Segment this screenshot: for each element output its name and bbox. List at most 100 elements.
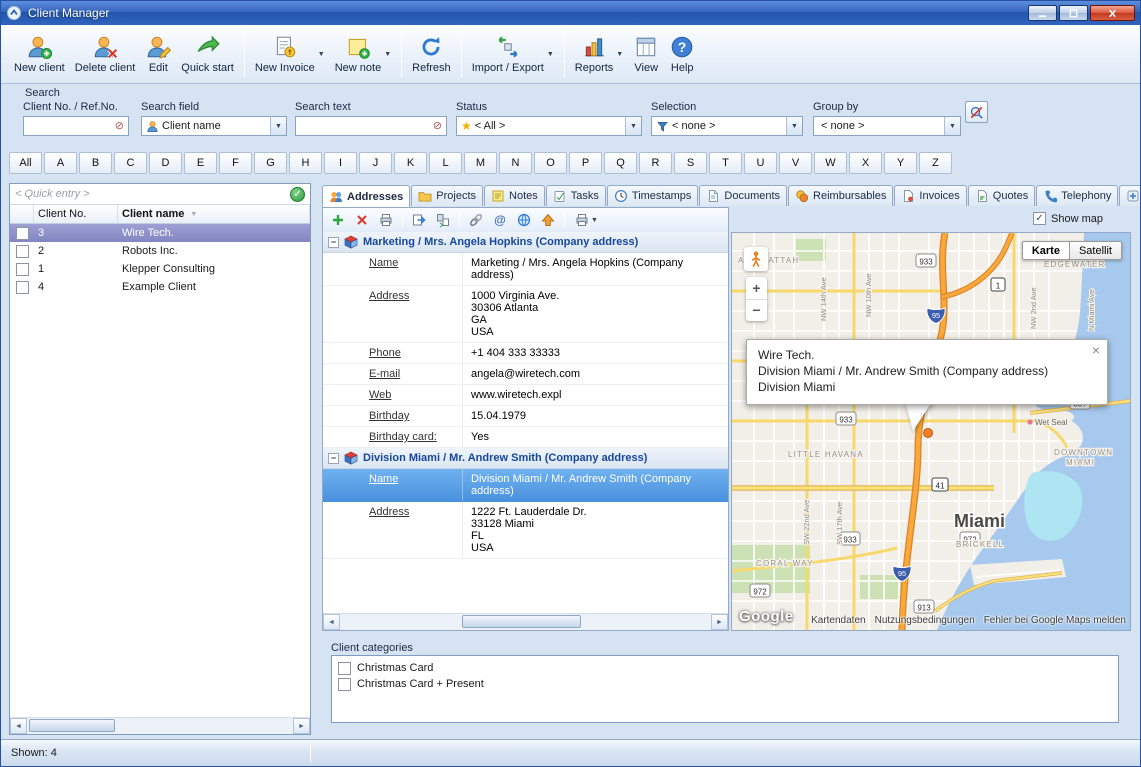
search-field-select[interactable]: Client name ▼ xyxy=(141,116,287,136)
tab-reimbursables[interactable]: Reimbursables xyxy=(788,185,893,206)
attribution-terms-link[interactable]: Nutzungsbedingungen xyxy=(875,615,975,626)
reports-button[interactable]: Reports▼ xyxy=(570,27,628,81)
client-list-hscrollbar[interactable]: ◄ ► xyxy=(10,717,310,734)
address-field-row[interactable]: NameMarketing / Mrs. Angela Hopkins (Com… xyxy=(323,253,728,286)
scroll-left-icon[interactable]: ◄ xyxy=(10,718,27,734)
collapse-icon[interactable]: − xyxy=(328,453,339,464)
address-field-row[interactable]: Birthday card:Yes xyxy=(323,427,728,448)
alpha-a[interactable]: A xyxy=(44,152,77,174)
transfer-address-button[interactable] xyxy=(432,210,454,230)
row-checkbox[interactable] xyxy=(16,263,29,276)
tab-telephony[interactable]: Telephony xyxy=(1036,185,1118,206)
titlebar[interactable]: Client Manager xyxy=(1,1,1140,25)
scroll-left-icon[interactable]: ◄ xyxy=(323,614,340,630)
alpha-q[interactable]: Q xyxy=(604,152,637,174)
group-by-select[interactable]: < none > ▼ xyxy=(813,116,961,136)
alpha-f[interactable]: F xyxy=(219,152,252,174)
alpha-u[interactable]: U xyxy=(744,152,777,174)
tab-projects[interactable]: Projects xyxy=(411,185,483,206)
show-map-checkbox[interactable]: ✓ xyxy=(1033,212,1046,225)
alpha-r[interactable]: R xyxy=(639,152,672,174)
refresh-button[interactable]: Refresh xyxy=(407,27,456,81)
new-note-button[interactable]: New note▼ xyxy=(330,27,396,81)
header-client-no[interactable]: Client No. xyxy=(34,205,118,223)
address-field-row[interactable]: E-mailangela@wiretech.com xyxy=(323,364,728,385)
alpha-h[interactable]: H xyxy=(289,152,322,174)
address-section-header[interactable]: − Division Miami / Mr. Andrew Smith (Com… xyxy=(323,448,728,469)
clear-filter-button[interactable] xyxy=(965,101,988,123)
chevron-down-icon[interactable]: ▼ xyxy=(547,51,554,58)
alpha-all[interactable]: All xyxy=(9,152,42,174)
chevron-down-icon[interactable]: ▼ xyxy=(786,117,802,135)
tab-documents[interactable]: Documents xyxy=(699,185,787,206)
address-field-row[interactable]: Phone+1 404 333 33333 xyxy=(323,343,728,364)
client-no-input[interactable]: ⊘ xyxy=(23,116,129,136)
tab-tasks[interactable]: Tasks xyxy=(546,185,606,206)
delete-client-button[interactable]: Delete client xyxy=(70,27,141,81)
alpha-v[interactable]: V xyxy=(779,152,812,174)
category-item[interactable]: Christmas Card + Present xyxy=(338,676,1112,692)
alpha-x[interactable]: X xyxy=(849,152,882,174)
address-field-row[interactable]: Birthday15.04.1979 xyxy=(323,406,728,427)
quick-entry-input[interactable]: < Quick entry > ✓ xyxy=(10,184,310,205)
row-checkbox[interactable] xyxy=(16,227,29,240)
chevron-down-icon[interactable]: ▼ xyxy=(944,117,960,135)
address-field-row[interactable]: Webwww.wiretech.expl xyxy=(323,385,728,406)
tab-quotes[interactable]: Quotes xyxy=(968,185,1035,206)
alpha-j[interactable]: J xyxy=(359,152,392,174)
move-up-button[interactable] xyxy=(537,210,559,230)
link-button[interactable] xyxy=(465,210,487,230)
header-client-name[interactable]: Client name▼ xyxy=(118,205,310,223)
alpha-w[interactable]: W xyxy=(814,152,847,174)
tab-addresses[interactable]: Addresses xyxy=(322,185,410,207)
quick-start-button[interactable]: Quick start xyxy=(176,27,239,81)
scrollbar-thumb[interactable] xyxy=(29,719,115,732)
tab-notes[interactable]: Notes xyxy=(484,185,545,206)
attribution-report-link[interactable]: Fehler bei Google Maps melden xyxy=(984,615,1126,626)
scrollbar-thumb[interactable] xyxy=(462,615,581,628)
alpha-s[interactable]: S xyxy=(674,152,707,174)
export-address-button[interactable] xyxy=(408,210,430,230)
chevron-down-icon[interactable]: ▼ xyxy=(384,51,391,58)
chevron-down-icon[interactable]: ▼ xyxy=(625,117,641,135)
category-item[interactable]: Christmas Card xyxy=(338,660,1112,676)
pegman-control[interactable] xyxy=(744,247,768,271)
alpha-b[interactable]: B xyxy=(79,152,112,174)
minimize-button[interactable] xyxy=(1028,5,1057,21)
alpha-t[interactable]: T xyxy=(709,152,742,174)
delete-address-button[interactable] xyxy=(351,210,373,230)
alpha-g[interactable]: G xyxy=(254,152,287,174)
tab-invoices[interactable]: Invoices xyxy=(894,185,966,206)
chevron-down-icon[interactable]: ▼ xyxy=(318,51,325,58)
alpha-d[interactable]: D xyxy=(149,152,182,174)
view-button[interactable]: View xyxy=(628,27,664,81)
map-type-satellit-button[interactable]: Satellit xyxy=(1070,241,1122,260)
address-section-header[interactable]: − Marketing / Mrs. Angela Hopkins (Compa… xyxy=(323,232,728,253)
email-button[interactable] xyxy=(489,210,511,230)
show-map-toggle[interactable]: ✓ Show map xyxy=(1033,212,1103,225)
confirm-icon[interactable]: ✓ xyxy=(290,187,305,202)
maximize-button[interactable] xyxy=(1059,5,1088,21)
selection-select[interactable]: < none > ▼ xyxy=(651,116,803,136)
ignore-filter-icon[interactable]: ⊘ xyxy=(115,121,124,132)
alpha-z[interactable]: Z xyxy=(919,152,952,174)
close-icon[interactable]: × xyxy=(1092,343,1100,357)
address-field-row[interactable]: Address1000 Virginia Ave. 30306 Atlanta … xyxy=(323,286,728,343)
client-row[interactable]: 2 Robots Inc. xyxy=(10,242,310,260)
edit-button[interactable]: Edit xyxy=(140,27,176,81)
client-row[interactable]: 1 Klepper Consulting xyxy=(10,260,310,278)
category-checkbox[interactable] xyxy=(338,678,351,691)
help-button[interactable]: Help xyxy=(664,27,700,81)
print-menu-button[interactable]: ▼ xyxy=(570,210,602,230)
map-type-karte-button[interactable]: Karte xyxy=(1022,241,1070,260)
address-field-row-selected[interactable]: NameDivision Miami / Mr. Andrew Smith (C… xyxy=(323,469,728,502)
add-address-button[interactable] xyxy=(327,210,349,230)
row-checkbox[interactable] xyxy=(16,245,29,258)
status-select[interactable]: ★ < All > ▼ xyxy=(456,116,642,136)
scroll-right-icon[interactable]: ► xyxy=(711,614,728,630)
alpha-y[interactable]: Y xyxy=(884,152,917,174)
address-hscrollbar[interactable]: ◄ ► xyxy=(323,613,728,630)
chevron-down-icon[interactable]: ▼ xyxy=(270,117,286,135)
alpha-p[interactable]: P xyxy=(569,152,602,174)
client-row[interactable]: 4 Example Client xyxy=(10,278,310,296)
